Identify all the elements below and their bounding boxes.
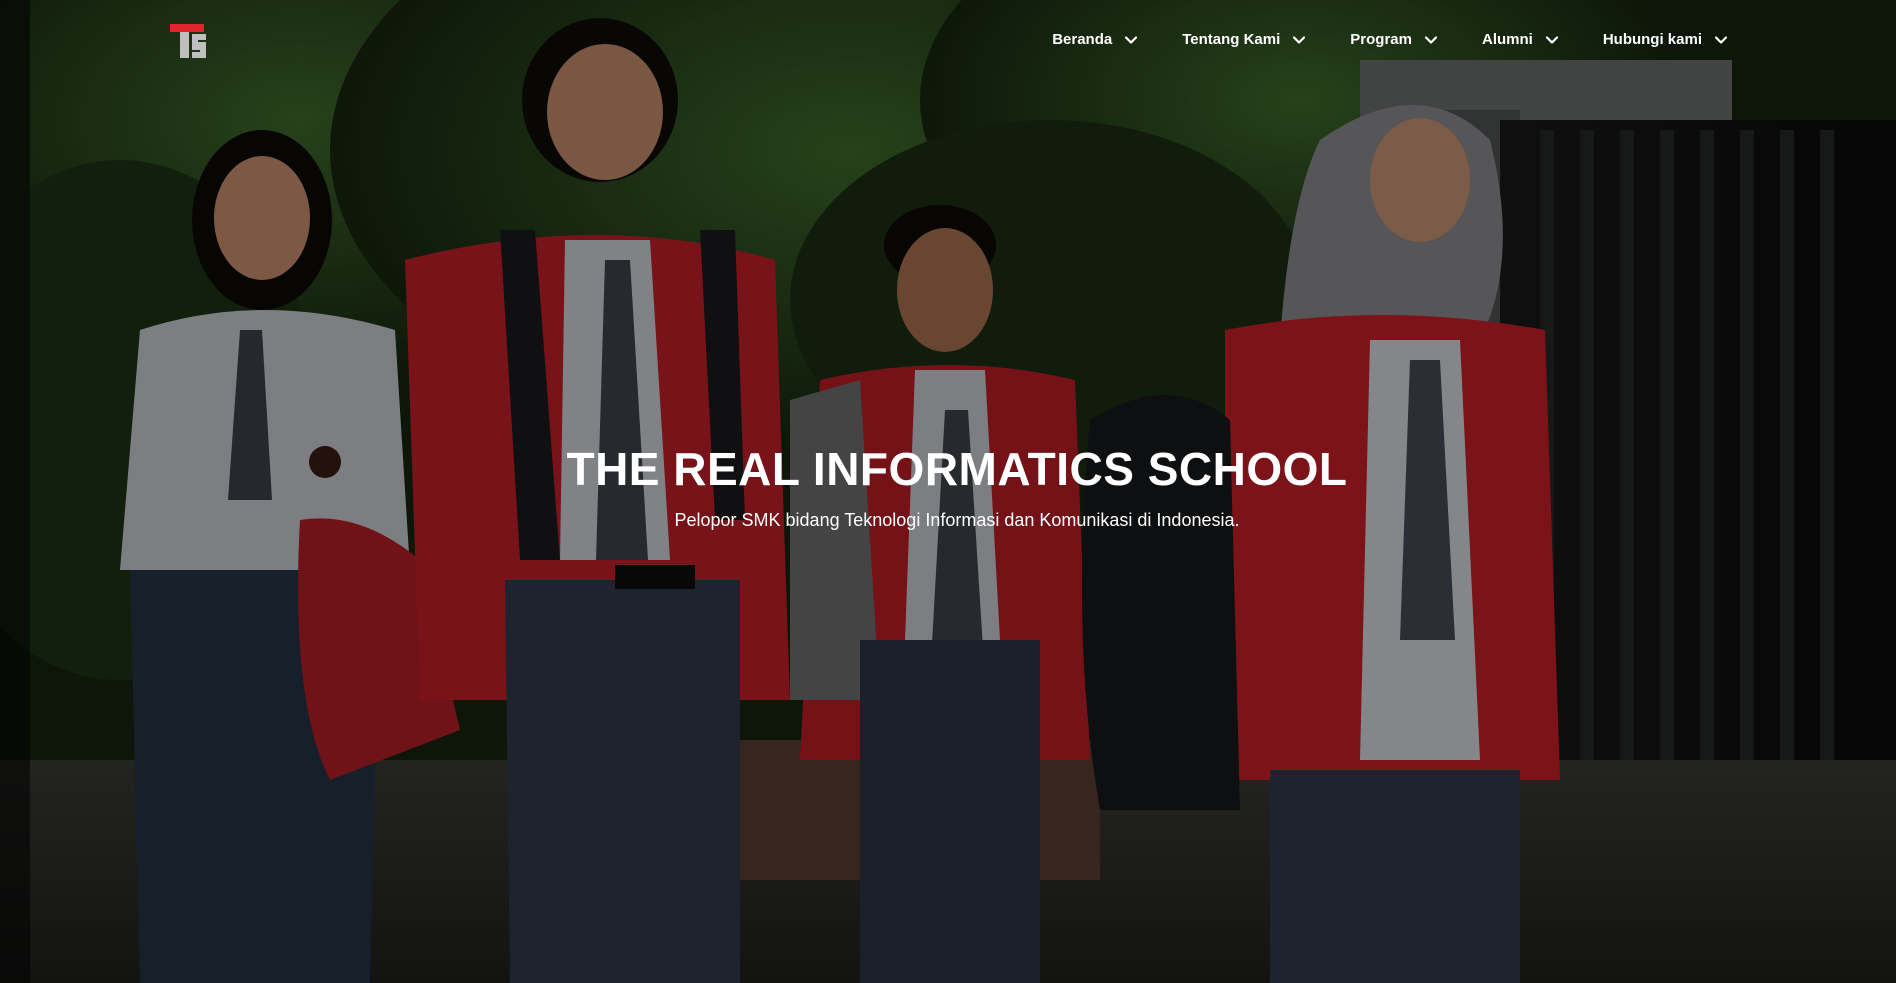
nav-item-tentang-kami[interactable]: Tentang Kami [1182, 28, 1308, 52]
main-nav: Beranda Tentang Kami Program Alumni Hubu… [1052, 28, 1730, 52]
nav-item-label: Alumni [1481, 31, 1533, 48]
nav-item-label: Beranda [1052, 31, 1113, 48]
top-navigation-bar: Beranda Tentang Kami Program Alumni Hubu… [0, 0, 1896, 80]
school-logo-icon[interactable] [168, 22, 210, 60]
nav-item-label: Tentang Kami [1182, 31, 1281, 48]
hero-headline: THE REAL INFORMATICS SCHOOL Pelopor SMK … [0, 441, 1896, 533]
hero-subtitle: Pelopor SMK bidang Teknologi Informasi d… [674, 510, 1240, 530]
chevron-down-icon [1545, 36, 1558, 44]
hero-section: Beranda Tentang Kami Program Alumni Hubu… [0, 0, 1896, 983]
hero-title: THE REAL INFORMATICS SCHOOL [566, 443, 1348, 495]
chevron-down-icon [1424, 36, 1438, 44]
nav-item-hubungi-kami[interactable]: Hubungi kami [1603, 28, 1730, 52]
chevron-down-icon [1714, 36, 1728, 44]
nav-item-label: Program [1350, 31, 1412, 48]
nav-item-alumni[interactable]: Alumni [1482, 28, 1561, 52]
chevron-down-icon [1293, 36, 1306, 44]
nav-item-label: Hubungi kami [1602, 31, 1702, 48]
chevron-down-icon [1125, 36, 1138, 44]
nav-item-program[interactable]: Program [1350, 28, 1440, 52]
nav-item-beranda[interactable]: Beranda [1052, 28, 1140, 52]
